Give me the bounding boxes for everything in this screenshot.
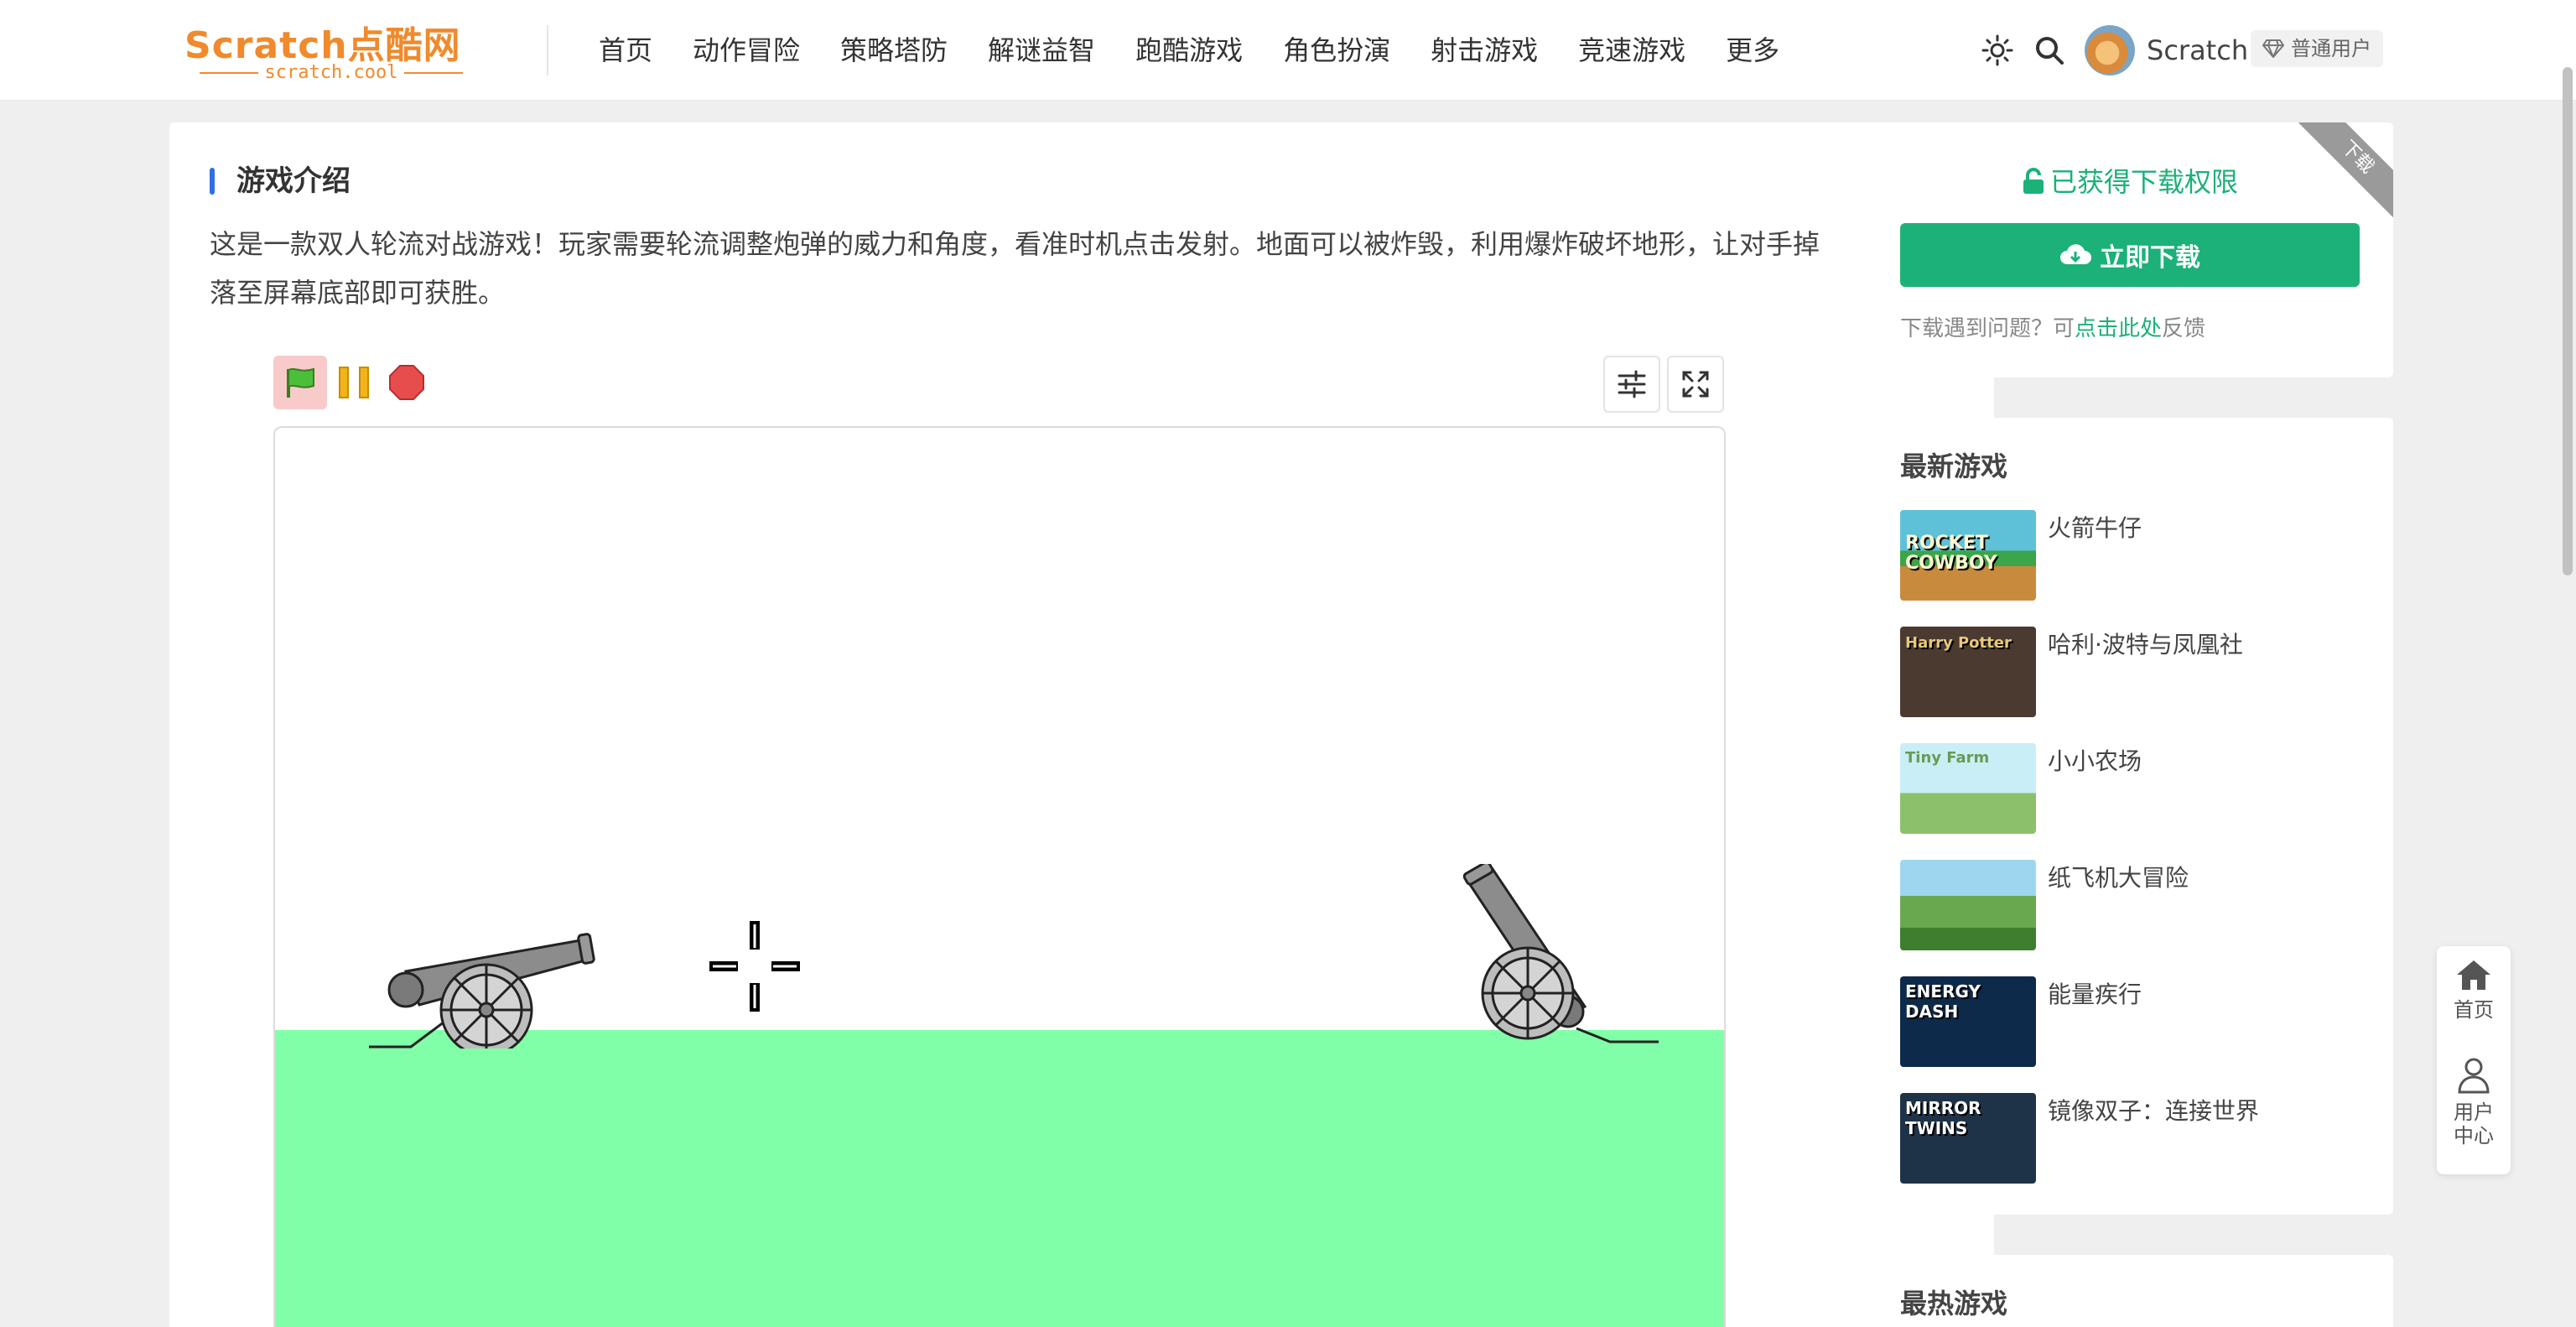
pause-button[interactable] bbox=[334, 356, 376, 409]
page-scrollbar[interactable] bbox=[2563, 67, 2573, 575]
list-item[interactable]: ENERGY DASH 能量疾行 bbox=[1900, 976, 2370, 1067]
thumbnail-text: Harry Potter bbox=[1905, 634, 2012, 652]
permission-text: 已获得下载权限 bbox=[2049, 166, 2238, 198]
user-icon bbox=[2458, 1058, 2490, 1094]
download-help: 下载遇到问题？可点击此处反馈 bbox=[1900, 312, 2205, 346]
float-home-label: 首页 bbox=[2454, 998, 2494, 1022]
player-settings-button[interactable] bbox=[1603, 356, 1660, 413]
stop-icon bbox=[389, 365, 424, 400]
fullscreen-icon bbox=[1682, 371, 1709, 398]
floating-toolbar: 首页 用户中心 bbox=[2437, 946, 2511, 1174]
left-cannon-sprite bbox=[369, 933, 595, 1049]
download-button-label: 立即下载 bbox=[2100, 243, 2200, 273]
thumbnail-text: MIRROR TWINS bbox=[1905, 1098, 1981, 1138]
latest-games-title: 最新游戏 bbox=[1900, 450, 2008, 482]
game-title[interactable]: 火箭牛仔 bbox=[2048, 512, 2142, 545]
game-title[interactable]: 镜像双子：连接世界 bbox=[2048, 1095, 2259, 1128]
list-item[interactable]: MIRROR TWINS 镜像双子：连接世界 bbox=[1900, 1093, 2370, 1184]
download-button[interactable]: 立即下载 bbox=[1900, 223, 2360, 287]
username[interactable]: Scratch bbox=[2147, 30, 2248, 70]
logo-main-text: Scratch点酷网 bbox=[184, 24, 461, 67]
nav-item-puzzle[interactable]: 解谜益智 bbox=[988, 30, 1115, 70]
download-permission: 已获得下载权限 bbox=[1867, 161, 2393, 203]
nav-item-racing[interactable]: 竞速游戏 bbox=[1578, 30, 1706, 70]
game-stage[interactable] bbox=[273, 426, 1726, 1327]
float-home-button[interactable]: 首页 bbox=[2437, 958, 2511, 1022]
list-item[interactable]: ROCKET COWBOY 火箭牛仔 bbox=[1900, 510, 2370, 601]
pause-icon bbox=[339, 367, 369, 398]
thumbnail-text: Tiny Farm bbox=[1905, 749, 1990, 767]
logo-sub-text: scratch.cool bbox=[184, 62, 478, 83]
game-thumbnail[interactable]: Tiny Farm bbox=[1900, 743, 2036, 834]
search-icon[interactable] bbox=[2033, 34, 2066, 67]
latest-games-card: 最新游戏 ROCKET COWBOY 火箭牛仔 Harry Potter 哈利·… bbox=[1867, 418, 2393, 1215]
float-user-label: 用户中心 bbox=[2454, 1101, 2494, 1147]
game-title[interactable]: 小小农场 bbox=[2048, 745, 2142, 778]
main-nav: 首页 动作冒险 策略塔防 解谜益智 跑酷游戏 角色扮演 射击游戏 竞速游戏 更多 bbox=[599, 30, 1820, 70]
nav-item-action[interactable]: 动作冒险 bbox=[693, 30, 820, 70]
nav-item-rpg[interactable]: 角色扮演 bbox=[1283, 30, 1410, 70]
list-item[interactable]: Tiny Farm 小小农场 bbox=[1900, 743, 2370, 834]
user-avatar[interactable] bbox=[2085, 25, 2135, 75]
feedback-link[interactable]: 点击此处 bbox=[2075, 316, 2162, 341]
thumbnail-text: ROCKET COWBOY bbox=[1905, 533, 1997, 574]
nav-item-shooting[interactable]: 射击游戏 bbox=[1431, 30, 1558, 70]
green-flag-icon bbox=[287, 367, 314, 398]
home-icon bbox=[2457, 960, 2490, 990]
game-title[interactable]: 能量疾行 bbox=[2048, 978, 2142, 1012]
game-title[interactable]: 哈利·波特与凤凰社 bbox=[2048, 628, 2243, 662]
game-thumbnail[interactable]: Harry Potter bbox=[1900, 627, 2036, 717]
right-cannon-sprite bbox=[1462, 864, 1659, 1043]
game-intro-text: 这是一款双人轮流对战游戏！玩家需要轮流调整炮弹的威力和角度，看准时机点击发射。地… bbox=[210, 228, 1820, 309]
ground-terrain[interactable] bbox=[275, 1030, 1724, 1327]
site-header: Scratch点酷网 scratch.cool 首页 动作冒险 策略塔防 解谜益… bbox=[0, 0, 2576, 101]
help-suffix: 反馈 bbox=[2162, 316, 2206, 341]
game-thumbnail[interactable]: MIRROR TWINS bbox=[1900, 1093, 2036, 1184]
site-logo[interactable]: Scratch点酷网 scratch.cool bbox=[184, 15, 478, 87]
hot-games-card: 最热游戏 bbox=[1867, 1255, 2393, 1327]
help-prefix: 下载遇到问题？可 bbox=[1900, 316, 2075, 341]
stop-button[interactable] bbox=[384, 356, 429, 409]
nav-item-home[interactable]: 首页 bbox=[599, 30, 673, 70]
sliders-icon bbox=[1618, 370, 1646, 398]
thumbnail-text: ENERGY DASH bbox=[1905, 981, 1981, 1022]
list-item[interactable]: 纸飞机大冒险 bbox=[1900, 860, 2370, 950]
theme-toggle-icon[interactable] bbox=[1981, 34, 2014, 67]
diamond-icon bbox=[2262, 39, 2284, 58]
game-title[interactable]: 纸飞机大冒险 bbox=[2048, 861, 2189, 895]
unlock-icon bbox=[2023, 168, 2044, 194]
cloud-download-icon bbox=[2060, 244, 2091, 264]
nav-item-more[interactable]: 更多 bbox=[1726, 30, 1800, 70]
nav-item-strategy[interactable]: 策略塔防 bbox=[840, 30, 968, 70]
crosshair-icon bbox=[709, 921, 800, 1012]
section-title: 游戏介绍 bbox=[210, 164, 351, 198]
hot-games-title: 最热游戏 bbox=[1900, 1288, 2008, 1319]
game-thumbnail[interactable] bbox=[1900, 860, 2036, 950]
green-flag-button[interactable] bbox=[273, 356, 327, 409]
role-label: 普通用户 bbox=[2291, 37, 2371, 60]
float-user-button[interactable]: 用户中心 bbox=[2437, 1057, 2511, 1147]
fullscreen-button[interactable] bbox=[1667, 356, 1724, 413]
download-card: 下载 已获得下载权限 立即下载 下载遇到问题？可点击此处反馈 bbox=[1867, 122, 2393, 377]
latest-games-list: ROCKET COWBOY 火箭牛仔 Harry Potter 哈利·波特与凤凰… bbox=[1900, 510, 2370, 1210]
nav-item-parkour[interactable]: 跑酷游戏 bbox=[1135, 30, 1263, 70]
header-divider bbox=[547, 25, 548, 75]
game-detail-panel: 游戏介绍 这是一款双人轮流对战游戏！玩家需要轮流调整炮弹的威力和角度，看准时机点… bbox=[169, 122, 1994, 1327]
game-thumbnail[interactable]: ENERGY DASH bbox=[1900, 976, 2036, 1067]
list-item[interactable]: Harry Potter 哈利·波特与凤凰社 bbox=[1900, 627, 2370, 717]
game-thumbnail[interactable]: ROCKET COWBOY bbox=[1900, 510, 2036, 601]
role-badge: 普通用户 bbox=[2251, 30, 2383, 67]
